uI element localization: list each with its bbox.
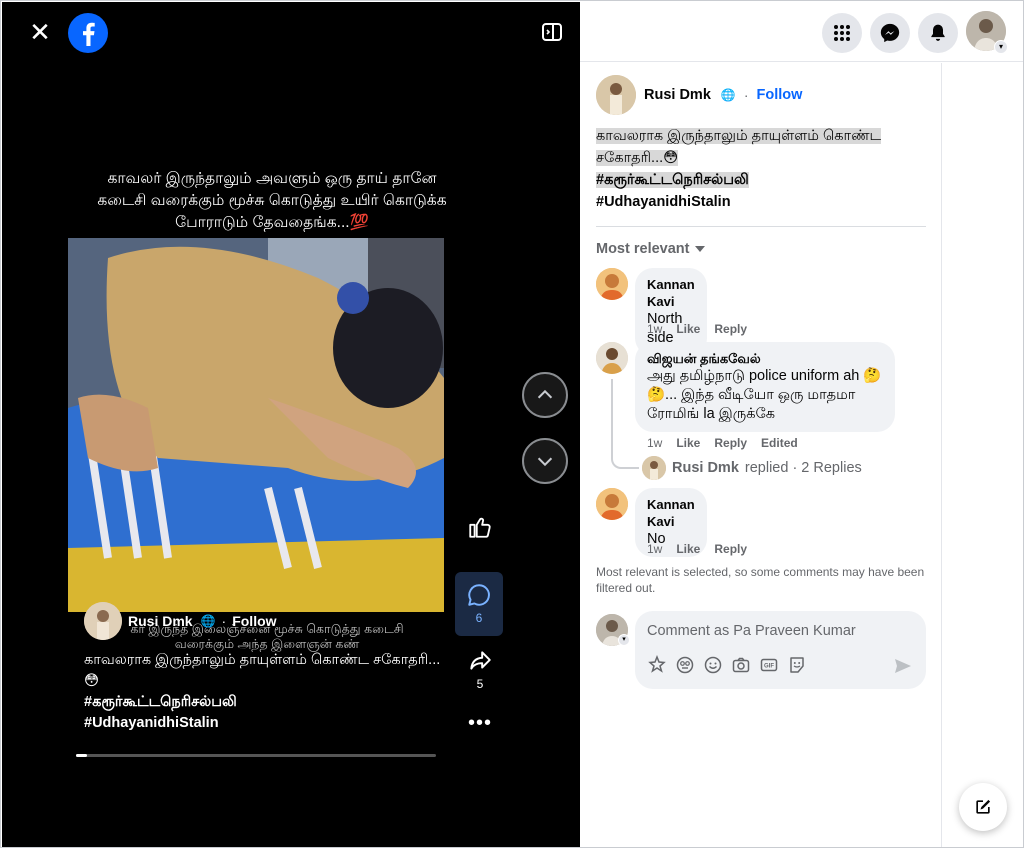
post-body-text: காவலராக இருந்தாலும் தாயுள்ளம் கொண்ட சகோத…	[596, 128, 882, 166]
avatar[interactable]	[596, 488, 628, 520]
overlay-author-name[interactable]: Rusi Dmk	[128, 613, 193, 629]
like-button[interactable]	[454, 514, 506, 548]
next-video-button[interactable]	[522, 438, 568, 484]
new-message-icon	[976, 799, 991, 814]
comment-like-button[interactable]: Like	[676, 542, 700, 556]
thumbs-up-icon	[469, 517, 491, 538]
filter-notice: Most relevant is selected, so some comme…	[596, 565, 925, 595]
avatar[interactable]	[596, 342, 628, 374]
comment-icon	[468, 584, 490, 606]
overlay-author-row: Rusi Dmk 🌐 · Follow	[84, 602, 454, 640]
gif-icon[interactable]: GIF	[759, 655, 779, 675]
notifications-button[interactable]	[918, 13, 958, 53]
avatar-sticker-icon[interactable]	[647, 655, 667, 675]
facebook-logo-icon[interactable]	[68, 13, 108, 53]
new-message-button[interactable]	[959, 783, 1007, 831]
overlay-hashtag[interactable]: #UdhayanidhiStalin	[84, 713, 454, 734]
follow-link[interactable]: Follow	[757, 87, 803, 103]
video-progress-fill	[76, 754, 87, 757]
chevron-down-icon[interactable]: ▾	[618, 634, 630, 646]
overlay-hashtag[interactable]: #கரூர்கூட்டநெரிசல்பலி	[84, 692, 454, 713]
chevron-up-icon	[537, 389, 553, 399]
edited-label: Edited	[761, 436, 798, 450]
separator-dot: ·	[743, 87, 749, 103]
comment-input[interactable]	[647, 620, 907, 642]
video-viewer: ✕ காவலர் இருந்தாலும் அவளும் ஒரு தாய் தான…	[2, 2, 580, 847]
more-options-icon[interactable]: •••	[454, 712, 506, 736]
avatar[interactable]	[84, 602, 122, 640]
video-still-image	[68, 238, 444, 612]
close-icon[interactable]: ✕	[24, 16, 56, 48]
svg-text:GIF: GIF	[764, 664, 774, 670]
post-author-name[interactable]: Rusi Dmk	[644, 87, 711, 103]
messenger-button[interactable]	[870, 13, 910, 53]
grid-menu-icon	[834, 25, 850, 41]
comment-reply-button[interactable]: Reply	[714, 542, 747, 556]
smiley-icon[interactable]	[703, 655, 723, 675]
comment-reply-button[interactable]: Reply	[714, 436, 747, 450]
share-icon	[470, 651, 491, 670]
avatar	[642, 456, 666, 480]
overlay-follow-link[interactable]: Follow	[232, 613, 276, 629]
avatar[interactable]	[596, 268, 628, 300]
comment-time[interactable]: 1w	[647, 436, 662, 450]
menu-button[interactable]	[822, 13, 862, 53]
video-progress-bar[interactable]	[76, 754, 436, 757]
comment-like-button[interactable]: Like	[676, 322, 700, 336]
globe-icon: 🌐	[200, 614, 216, 628]
divider	[596, 226, 926, 227]
post-text: காவலராக இருந்தாலும் தாயுள்ளம் கொண்ட சகோத…	[596, 125, 896, 213]
collapse-panel-icon[interactable]	[540, 20, 564, 44]
sticker-icon[interactable]	[787, 655, 807, 675]
top-navigation: ▾	[580, 2, 1023, 62]
hashtag-link[interactable]: #UdhayanidhiStalin	[596, 194, 731, 210]
reply-thread-line	[611, 379, 639, 469]
globe-icon: 🌐	[720, 88, 736, 102]
comment-composer: GIF	[635, 611, 926, 689]
video-post-overlay: Rusi Dmk 🌐 · Follow காவலராக இருந்தாலும் …	[84, 602, 454, 734]
replies-count-text: replied · 2 Replies	[744, 460, 862, 476]
comment-actions: 1w Like Reply	[647, 542, 747, 556]
video-frame[interactable]	[68, 238, 444, 612]
bell-icon	[931, 24, 945, 41]
comment-time[interactable]: 1w	[647, 322, 662, 336]
avatar[interactable]	[596, 75, 636, 115]
camera-icon[interactable]	[731, 655, 751, 675]
previous-video-button[interactable]	[522, 372, 568, 418]
chevron-down-icon	[537, 457, 553, 467]
comment-author[interactable]: Kannan Kavi	[647, 496, 695, 530]
share-button[interactable]: 5	[454, 648, 506, 694]
comment-reply-button[interactable]: Reply	[714, 322, 747, 336]
view-replies-link[interactable]: Rusi Dmk replied · 2 Replies	[642, 456, 862, 480]
comment-actions: 1w Like Reply Edited	[647, 436, 798, 450]
comment-count: 6	[475, 611, 483, 625]
sort-label: Most relevant	[596, 241, 690, 257]
emoji-icon[interactable]	[675, 655, 695, 675]
comment-author[interactable]: Kannan Kavi	[647, 276, 695, 310]
send-icon[interactable]	[893, 656, 913, 676]
comment-actions: 1w Like Reply	[647, 322, 747, 336]
comment-button[interactable]: 6	[455, 572, 503, 636]
right-sidebar	[941, 63, 1023, 847]
comment-time[interactable]: 1w	[647, 542, 662, 556]
comment-body: அது தமிழ்நாடு police uniform ah 🤔🤔... இந…	[647, 368, 882, 422]
video-caption: காவலர் இருந்தாலும் அவளும் ஒரு தாய் தானே …	[97, 170, 447, 231]
comment-sort-dropdown[interactable]: Most relevant	[596, 241, 706, 257]
account-chevron-down-icon[interactable]: ▾	[994, 40, 1008, 54]
post-header: Rusi Dmk 🌐 · Follow	[596, 75, 802, 115]
app-window: ✕ காவலர் இருந்தாலும் அவளும் ஒரு தாய் தான…	[0, 0, 1024, 848]
comment-bubble: விஜயன் தங்கவேல் அது தமிழ்நாடு police uni…	[635, 342, 895, 432]
caret-down-icon	[695, 246, 706, 253]
share-count: 5	[476, 677, 484, 691]
overlay-post-text: காவலராக இருந்தாலும் தாயுள்ளம் கொண்ட சகோத…	[84, 652, 441, 689]
separator-dot: ·	[221, 613, 227, 629]
comment-like-button[interactable]: Like	[676, 436, 700, 450]
replier-name: Rusi Dmk	[672, 460, 739, 476]
messenger-icon	[880, 23, 900, 43]
comment-author[interactable]: விஜயன் தங்கவேல்	[647, 350, 883, 367]
hashtag-link[interactable]: #கரூர்கூட்டநெரிசல்பலி	[596, 172, 749, 188]
